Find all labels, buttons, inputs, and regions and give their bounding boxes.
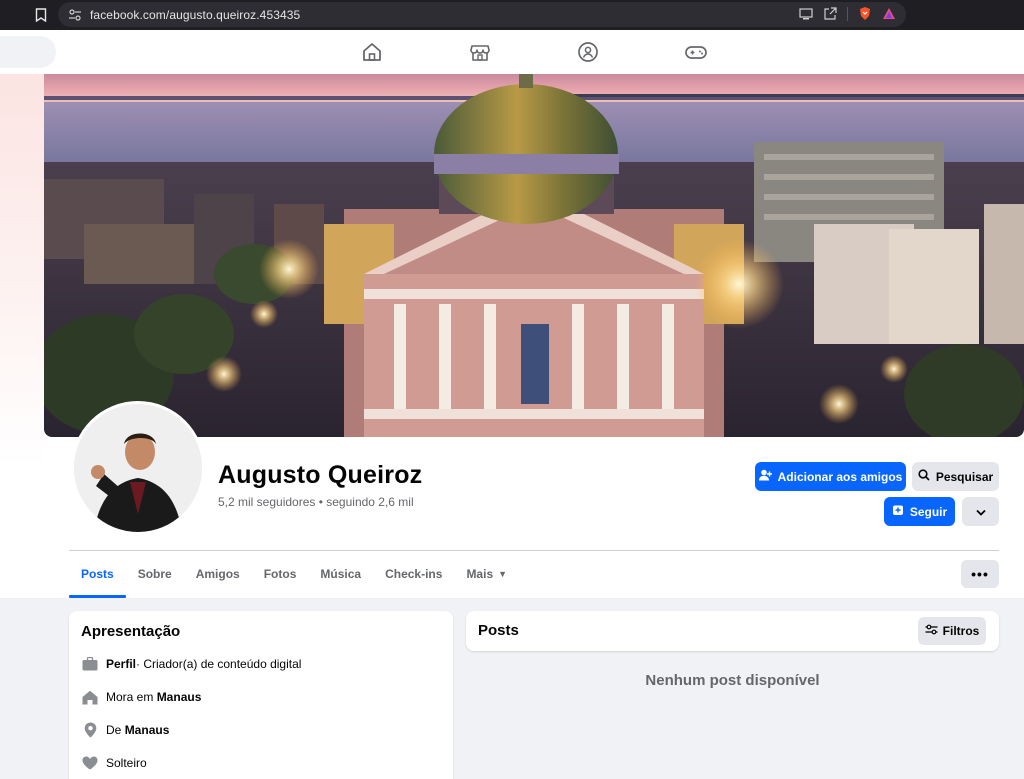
follow-icon: [892, 504, 904, 519]
add-friend-button[interactable]: Adicionar aos amigos: [755, 462, 906, 491]
marketplace-nav-icon[interactable]: [468, 40, 492, 64]
search-field[interactable]: [0, 36, 56, 68]
tab-amigos[interactable]: Amigos: [184, 551, 252, 597]
bookmark-icon[interactable]: [27, 0, 55, 30]
share-icon[interactable]: [823, 7, 837, 20]
brave-rewards-icon[interactable]: [882, 7, 896, 20]
url-text[interactable]: facebook.com/augusto.queiroz.453435: [90, 8, 300, 22]
location-icon: [81, 721, 99, 739]
add-friend-label: Adicionar aos amigos: [777, 469, 903, 484]
profile-tabs: Posts Sobre Amigos Fotos Música Check-in…: [69, 551, 519, 598]
profile-options-button[interactable]: •••: [961, 560, 999, 588]
cover-photo[interactable]: [44, 74, 1024, 437]
search-label: Pesquisar: [935, 469, 994, 484]
more-actions-dropdown[interactable]: [962, 497, 999, 526]
intro-title: Apresentação: [81, 623, 181, 640]
brave-shield-icon[interactable]: [858, 6, 872, 21]
home-nav-icon[interactable]: [360, 40, 384, 64]
tab-mais[interactable]: Mais ▼: [454, 551, 519, 597]
site-settings-icon[interactable]: [62, 8, 88, 21]
posts-title: Posts: [478, 622, 519, 639]
profile-avatar[interactable]: [71, 401, 205, 535]
chevron-down-icon: [975, 505, 986, 519]
filters-button[interactable]: Filtros: [918, 617, 986, 645]
filters-label: Filtros: [942, 624, 980, 638]
tab-posts[interactable]: Posts: [69, 551, 126, 598]
filter-sliders-icon: [925, 624, 938, 638]
address-bar[interactable]: facebook.com/augusto.queiroz.453435: [58, 2, 906, 27]
heart-icon: [81, 754, 99, 772]
empty-posts-message: Nenhum post disponível: [645, 672, 820, 689]
intro-from-city[interactable]: Manaus: [125, 723, 170, 737]
intro-lives-prefix: Mora em: [106, 690, 157, 704]
intro-item-from: De Manaus: [81, 721, 169, 739]
search-icon: [918, 469, 930, 484]
tab-fotos[interactable]: Fotos: [252, 551, 309, 597]
tab-mais-label: Mais: [466, 567, 494, 581]
follow-button[interactable]: Seguir: [884, 497, 955, 526]
tab-sobre[interactable]: Sobre: [126, 551, 184, 597]
page-edge: [0, 74, 44, 598]
add-friend-icon: [758, 469, 772, 484]
profile-name: Augusto Queiroz: [218, 461, 423, 489]
intro-card: Apresentação Perfil · Criador(a) de cont…: [69, 611, 453, 779]
facebook-top-nav: [0, 30, 1024, 74]
follow-label: Seguir: [909, 504, 948, 519]
caret-down-icon: ▼: [498, 569, 508, 579]
tab-checkins[interactable]: Check-ins: [373, 551, 454, 597]
groups-nav-icon[interactable]: [576, 40, 600, 64]
intro-lives-city[interactable]: Manaus: [157, 690, 202, 704]
cast-icon[interactable]: [799, 7, 813, 20]
avatar-photo: [74, 404, 202, 532]
briefcase-icon: [81, 655, 99, 673]
posts-header-card: Posts Filtros: [466, 611, 999, 651]
home-icon: [81, 688, 99, 706]
tab-musica[interactable]: Música: [308, 551, 373, 597]
intro-item-relationship: Solteiro: [81, 754, 147, 772]
search-button[interactable]: Pesquisar: [912, 462, 999, 491]
intro-item-profile: Perfil · Criador(a) de conteúdo digital: [81, 655, 301, 673]
intro-profile-text: · Criador(a) de conteúdo digital: [136, 657, 302, 671]
follower-stats[interactable]: 5,2 mil seguidores • seguindo 2,6 mil: [218, 495, 414, 509]
intro-item-lives-in: Mora em Manaus: [81, 688, 201, 706]
intro-relationship-text: Solteiro: [106, 756, 147, 770]
gaming-nav-icon[interactable]: [684, 40, 708, 64]
separator: [847, 6, 848, 21]
intro-profile-label: Perfil: [106, 657, 137, 671]
intro-from-prefix: De: [106, 723, 125, 737]
